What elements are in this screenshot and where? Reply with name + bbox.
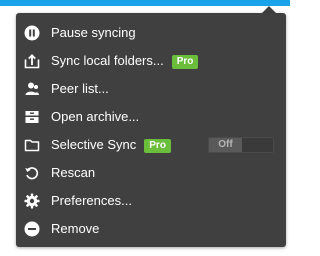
selective-sync-toggle[interactable]: Off (208, 137, 274, 153)
menu-item-preferences[interactable]: Preferences... (16, 187, 286, 215)
window-accent-bar (0, 0, 290, 6)
menu-item-open-archive[interactable]: Open archive... (16, 103, 286, 131)
menu-item-label: Preferences... (51, 193, 132, 208)
folder-upload-icon (24, 53, 40, 69)
pause-circle-icon (24, 25, 40, 41)
menu-item-pause-syncing[interactable]: Pause syncing (16, 19, 286, 47)
archive-icon (24, 109, 40, 125)
menu-item-remove[interactable]: Remove (16, 215, 286, 243)
pro-badge: Pro (171, 55, 199, 69)
menu-pointer (262, 6, 276, 13)
rescan-icon (24, 165, 40, 181)
remove-circle-icon (24, 221, 40, 237)
menu-item-label: Remove (51, 221, 100, 236)
menu-item-rescan[interactable]: Rescan (16, 159, 286, 187)
menu-item-label: Selective Sync (51, 137, 137, 152)
menu-item-label: Pause syncing (51, 25, 136, 40)
menu-item-label: Peer list... (51, 81, 109, 96)
menu-item-label: Rescan (51, 165, 96, 180)
menu-item-label: Open archive... (51, 109, 140, 124)
peers-icon (24, 81, 40, 97)
menu-item-peer-list[interactable]: Peer list... (16, 75, 286, 103)
toggle-state-label: Off (209, 138, 242, 152)
pro-badge: Pro (144, 139, 171, 153)
menu-item-label: Sync local folders... (51, 53, 164, 68)
folder-icon (24, 137, 40, 153)
menu-item-sync-local-folders[interactable]: Sync local folders... Pro (16, 47, 286, 75)
context-menu: Pause syncing Sync local folders... Pro P… (16, 13, 286, 247)
menu-item-selective-sync[interactable]: Selective Sync Pro Off (16, 131, 286, 159)
gear-icon (24, 193, 40, 209)
